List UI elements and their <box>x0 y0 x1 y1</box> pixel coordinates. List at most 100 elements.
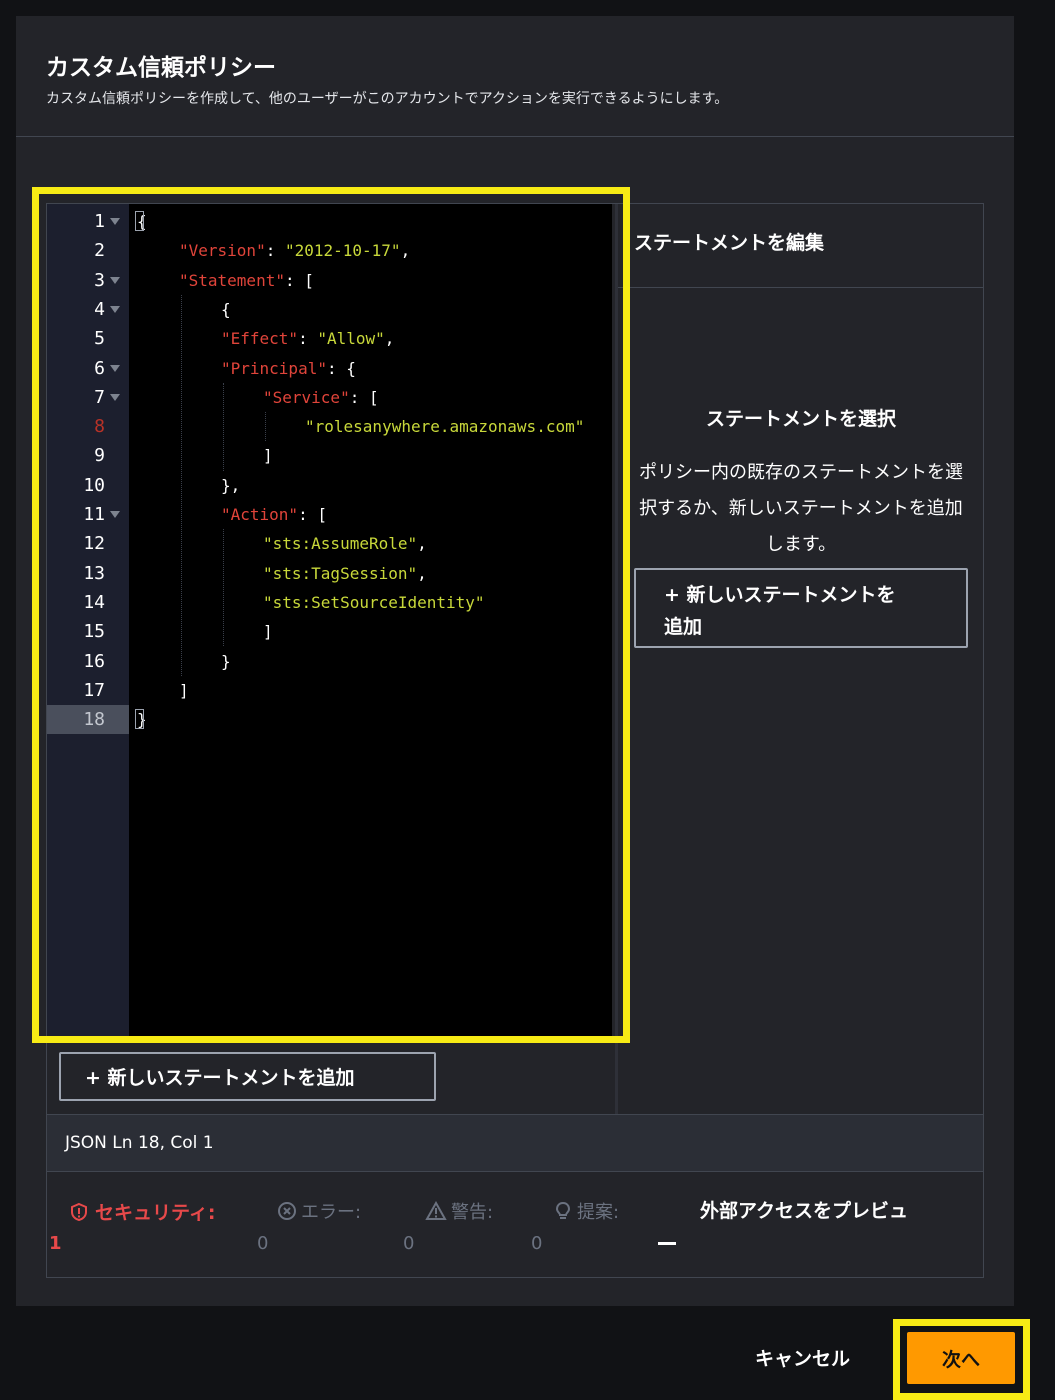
json-punctuation: : [ <box>349 387 379 407</box>
security-findings-tab[interactable]: セキュリティ: <box>69 1198 215 1225</box>
json-punctuation: : [ <box>298 505 327 524</box>
code-line[interactable]: } <box>221 647 231 676</box>
warnings-count: 0 <box>403 1233 415 1254</box>
line-number: 7 <box>94 386 105 408</box>
code-line[interactable]: "Version": "2012-10-17", <box>179 236 410 265</box>
line-number: 9 <box>94 445 105 467</box>
code-line[interactable]: "Statement": [ <box>179 266 314 295</box>
select-statement-title: ステートメントを選択 <box>705 408 896 430</box>
json-key: "Service" <box>263 387 350 407</box>
warnings-label: 警告: <box>451 1202 494 1223</box>
fold-toggle-icon[interactable] <box>110 364 120 372</box>
line-number: 11 <box>83 504 105 525</box>
shield-alert-icon <box>71 1202 87 1222</box>
lightbulb-icon <box>555 1201 571 1219</box>
indent-guide <box>181 294 182 676</box>
json-punctuation: { <box>221 299 231 319</box>
cursor-position: JSON Ln 18, Col 1 <box>65 1133 214 1153</box>
line-number: 17 <box>83 679 105 701</box>
json-punctuation: , <box>417 563 427 583</box>
json-string: "rolesanywhere.amazonaws.com" <box>305 417 585 437</box>
indent-guide <box>223 382 224 471</box>
indent-guide <box>265 412 266 442</box>
json-punctuation: , <box>400 241 411 261</box>
panel-header: カスタム信頼ポリシー カスタム信頼ポリシーを作成して、他のユーザーがこのアカウン… <box>16 16 1014 137</box>
line-number: 4 <box>94 298 105 320</box>
line-number: 16 <box>83 650 105 672</box>
code-line[interactable]: "Effect": "Allow", <box>221 324 394 353</box>
edit-statement-title: ステートメントを編集 <box>634 232 825 254</box>
preview-external-access-label[interactable]: 外部アクセスをプレビュ <box>700 1196 908 1223</box>
security-count: 1 <box>49 1233 62 1254</box>
json-string: "sts:AssumeRole" <box>263 534 418 554</box>
json-punctuation: : <box>298 329 318 349</box>
add-statement-label-line2: 追加 <box>664 616 703 638</box>
code-line[interactable]: "Principal": { <box>221 354 356 383</box>
warnings-tab[interactable]: 警告: <box>425 1198 493 1224</box>
policy-validation-summary: セキュリティ: 1 エラー: 0 警告: 0 提案: 0 外部アクセスをプレビュ <box>47 1172 983 1276</box>
json-string: "sts:SetSourceIdentity" <box>263 592 485 612</box>
bracket-match-marker <box>135 709 144 730</box>
editor-status-bar: JSON Ln 18, Col 1 <box>47 1114 983 1172</box>
code-line[interactable]: "rolesanywhere.amazonaws.com" <box>305 412 584 441</box>
line-number: 3 <box>94 269 105 291</box>
next-button[interactable]: 次へ <box>907 1332 1015 1384</box>
page-subtitle: カスタム信頼ポリシーを作成して、他のユーザーがこのアカウントでアクションを実行で… <box>46 91 729 107</box>
json-punctuation: }, <box>221 475 241 495</box>
json-punctuation: , <box>417 534 427 554</box>
code-line[interactable]: "sts:AssumeRole", <box>263 529 427 558</box>
code-line[interactable]: "sts:SetSourceIdentity" <box>263 588 485 617</box>
line-number: 10 <box>83 474 105 496</box>
editor-divider[interactable] <box>615 204 618 1114</box>
fold-toggle-icon[interactable] <box>110 511 120 518</box>
code-line[interactable]: ] <box>263 441 273 470</box>
json-punctuation: : [ <box>284 270 314 290</box>
suggestions-count: 0 <box>531 1233 543 1254</box>
json-key: "Version" <box>179 241 266 261</box>
code-line[interactable]: "Service": [ <box>263 383 379 412</box>
code-line[interactable]: ] <box>263 617 273 646</box>
error-circle-icon <box>278 1202 296 1220</box>
json-punctuation: ] <box>263 446 273 466</box>
json-key: "Statement" <box>179 270 285 290</box>
line-number: 5 <box>94 328 105 350</box>
cancel-button[interactable]: キャンセル <box>755 1344 850 1371</box>
add-statement-label-line1: + 新しいステートメントを <box>664 584 896 606</box>
fold-toggle-icon[interactable] <box>110 276 120 284</box>
line-number: 2 <box>94 240 105 262</box>
json-punctuation: , <box>384 329 395 349</box>
json-key: "Principal" <box>221 358 327 378</box>
json-string: "Allow" <box>317 329 385 349</box>
errors-count: 0 <box>257 1233 269 1254</box>
line-number: 14 <box>83 591 105 613</box>
code-line[interactable]: { <box>221 295 231 324</box>
fold-toggle-icon[interactable] <box>110 218 120 225</box>
code-line[interactable]: "Action": [ <box>221 500 327 529</box>
json-punctuation: } <box>221 651 231 671</box>
code-line[interactable]: ] <box>179 676 189 705</box>
preview-dash <box>658 1242 676 1245</box>
json-code-editor[interactable]: 1 2 3 4 5 6 7 8 9 10 11 12 13 14 15 16 17 18 {"Version": … <box>47 204 612 1038</box>
page-title: カスタム信頼ポリシー <box>46 55 276 81</box>
line-number: 12 <box>83 533 105 555</box>
errors-tab[interactable]: エラー: <box>277 1198 361 1224</box>
suggestions-tab[interactable]: 提案: <box>555 1198 619 1224</box>
add-new-statement-button[interactable]: + 新しいステートメントを追加 <box>59 1052 436 1101</box>
line-number: 15 <box>83 621 105 643</box>
json-punctuation: ] <box>179 680 189 700</box>
json-string: "2012-10-17" <box>284 241 401 261</box>
json-key: "Action" <box>221 505 299 524</box>
suggestions-label: 提案: <box>577 1202 620 1223</box>
security-label: セキュリティ: <box>95 1202 216 1224</box>
fold-toggle-icon[interactable] <box>110 393 120 401</box>
code-line[interactable]: }, <box>221 471 240 500</box>
line-number: 13 <box>83 562 105 584</box>
line-number-gutter: 1 2 3 4 5 6 7 8 9 10 11 12 13 14 15 16 17 18 <box>47 204 129 1038</box>
warning-triangle-icon <box>425 1200 447 1220</box>
json-key: "Effect" <box>221 329 299 349</box>
code-line[interactable]: "sts:TagSession", <box>263 559 427 588</box>
json-string: "sts:TagSession" <box>263 563 418 583</box>
add-new-statement-button-right[interactable]: + 新しいステートメントを 追加 <box>634 568 968 648</box>
select-statement-description: ポリシー内の既存のステートメントを選択するか、新しいステートメントを追加します。 <box>639 462 963 555</box>
fold-toggle-icon[interactable] <box>110 305 120 313</box>
